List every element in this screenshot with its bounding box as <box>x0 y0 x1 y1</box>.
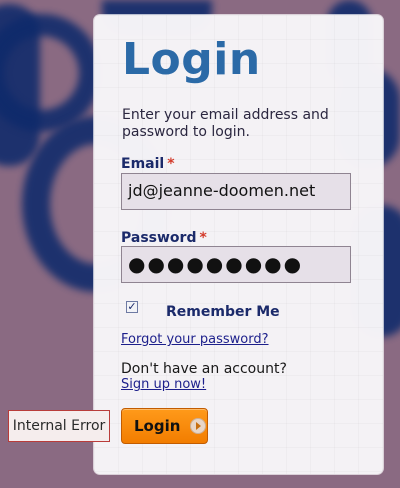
signup-link[interactable]: Sign up now! <box>121 377 206 392</box>
remember-me-checkbox[interactable]: ✓ <box>126 301 138 313</box>
email-field[interactable]: jd@jeanne-doomen.net <box>121 173 351 210</box>
password-label-text: Password <box>121 230 197 246</box>
email-label-text: Email <box>121 156 165 172</box>
login-page: Login Enter your email address and passw… <box>0 0 400 488</box>
required-mark: * <box>199 230 207 246</box>
password-label: Password * <box>121 230 207 246</box>
login-button-label: Login <box>134 417 181 435</box>
forgot-password-link[interactable]: Forgot your password? <box>121 332 269 347</box>
checkmark-icon: ✓ <box>127 300 137 313</box>
required-mark: * <box>167 156 175 172</box>
internal-error-message: Internal Error <box>8 410 110 442</box>
page-title: Login <box>122 34 261 85</box>
login-instructions: Enter your email address and password to… <box>122 107 329 140</box>
remember-me-label: Remember Me <box>166 304 280 320</box>
password-field[interactable]: ●●●●●●●●● <box>121 246 351 283</box>
no-account-text: Don't have an account? <box>121 361 287 377</box>
email-label: Email * <box>121 156 175 172</box>
arrow-right-circle-icon <box>190 418 207 434</box>
login-button[interactable]: Login <box>121 408 208 444</box>
